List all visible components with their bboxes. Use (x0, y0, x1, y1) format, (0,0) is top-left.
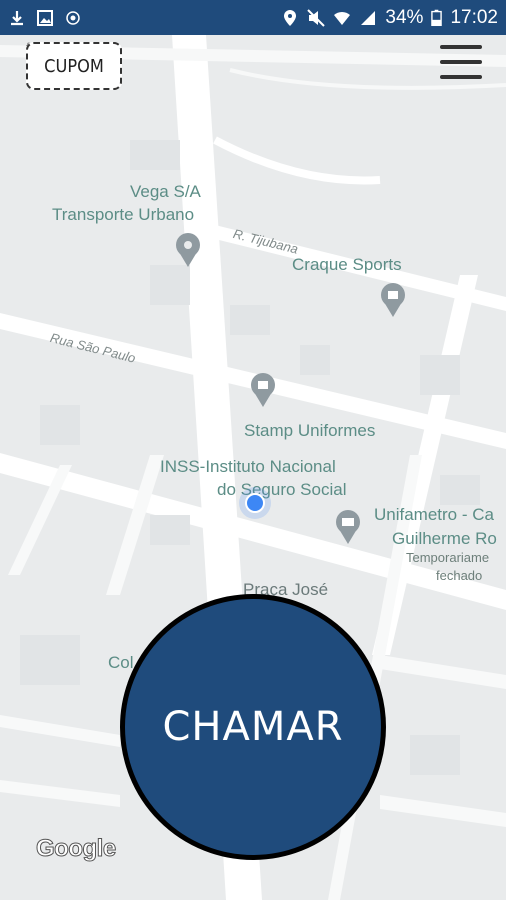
status-bar: 34% 17:02 (0, 0, 506, 35)
hamburger-menu-icon[interactable] (440, 45, 482, 81)
map-label-stamp: Stamp Uniformes (244, 421, 376, 440)
target-icon (66, 10, 80, 25)
map-label-inss-sub: do Seguro Social (217, 480, 347, 499)
google-logo: Google (36, 835, 117, 863)
coupon-button[interactable]: CUPOM (26, 42, 122, 90)
location-icon (284, 9, 297, 26)
signal-icon (361, 10, 376, 25)
mute-icon (307, 8, 326, 27)
clock: 17:02 (450, 6, 498, 28)
download-icon (11, 10, 23, 25)
map-label-vega: Vega S/A (130, 182, 201, 201)
current-location-dot (245, 493, 265, 513)
call-button[interactable]: CHAMAR (120, 594, 386, 860)
battery-percent: 34% (385, 6, 424, 28)
map-label-unifametro: Unifametro - Ca (374, 505, 494, 524)
map-label-unifametro-sub: Guilherme Ro (392, 529, 497, 548)
map-label-craque: Craque Sports (292, 255, 402, 274)
map-label-vega-sub: Transporte Urbano (52, 205, 195, 224)
battery-icon (431, 9, 443, 26)
map-label-inss: INSS-Instituto Nacional (160, 457, 336, 476)
map-label-temp-sub: fechado (436, 568, 483, 583)
map-label-temp: Temporariame (406, 550, 490, 565)
image-icon (37, 9, 53, 26)
wifi-icon (334, 11, 351, 25)
map-label-col: Col (108, 653, 134, 672)
